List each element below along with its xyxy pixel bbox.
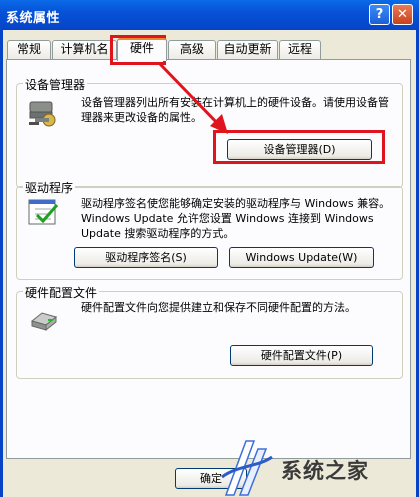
device-manager-group-label: 设备管理器 bbox=[23, 76, 88, 93]
windows-update-button[interactable]: Windows Update(W) bbox=[229, 247, 374, 268]
tab-panel: 设备管理器 设备管理器列出所有安装在计算机上的硬件设备。请使用设备管理器来更改设… bbox=[6, 59, 411, 459]
hardware-profiles-button[interactable]: 硬件配置文件(P) bbox=[230, 345, 373, 366]
help-button[interactable]: ? bbox=[369, 4, 390, 25]
watermark-text: 系统之家 bbox=[281, 459, 369, 483]
tab-computer-name[interactable]: 计算机名 bbox=[52, 40, 117, 59]
tab-automatic-updates[interactable]: 自动更新 bbox=[217, 40, 278, 59]
device-manager-button-highlight bbox=[213, 130, 385, 164]
tab-hardware[interactable]: 硬件 bbox=[117, 38, 167, 61]
driver-signing-button[interactable]: 驱动程序签名(S) bbox=[74, 247, 218, 268]
device-manager-description: 设备管理器列出所有安装在计算机上的硬件设备。请使用设备管理器来更改设备的属性。 bbox=[81, 96, 389, 124]
tab-remote[interactable]: 远程 bbox=[279, 40, 321, 59]
hardware-profiles-description: 硬件配置文件向您提供建立和保存不同硬件配置的方法。 bbox=[81, 301, 356, 314]
driver-checklist-icon bbox=[28, 199, 59, 225]
tab-general[interactable]: 常规 bbox=[7, 40, 51, 59]
tab-advanced[interactable]: 高级 bbox=[168, 40, 216, 59]
title-bar: 系统属性 ? ✕ bbox=[0, 0, 419, 30]
drivers-group: 驱动程序 驱动程序签名使您能够确定安装的驱动程序与 Windows 兼容。Win… bbox=[16, 179, 403, 280]
hardware-profile-icon bbox=[30, 312, 58, 332]
hardware-profiles-group-label: 硬件配置文件 bbox=[23, 284, 100, 301]
drivers-group-label: 驱动程序 bbox=[23, 179, 76, 196]
close-button[interactable]: ✕ bbox=[392, 4, 413, 25]
hardware-profiles-group: 硬件配置文件 硬件配置文件向您提供建立和保存不同硬件配置的方法。 硬件配置文件(… bbox=[16, 284, 403, 379]
watermark-logo bbox=[221, 440, 273, 496]
device-manager-icon bbox=[29, 101, 56, 127]
window-title: 系统属性 bbox=[6, 11, 61, 26]
drivers-description: 驱动程序签名使您能够确定安装的驱动程序与 Windows 兼容。Windows … bbox=[81, 197, 391, 240]
